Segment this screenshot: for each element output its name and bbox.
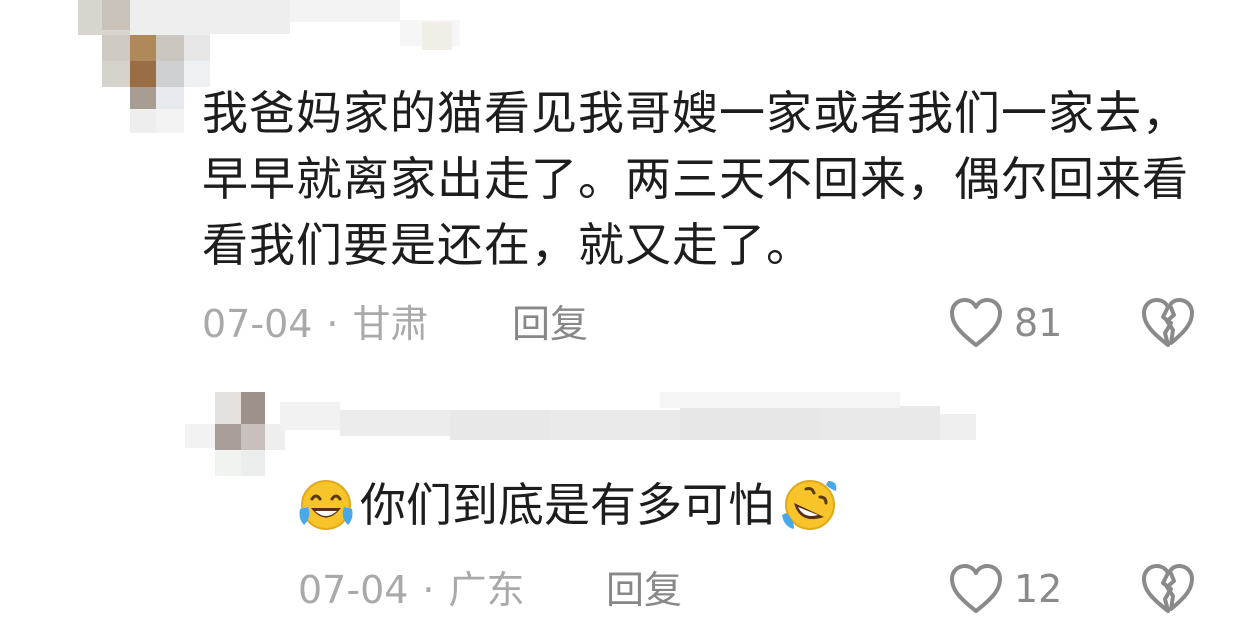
reply-button[interactable]: 回复 <box>512 302 588 346</box>
meta-separator: · <box>422 568 435 612</box>
reply-dislike-button[interactable] <box>1140 563 1196 619</box>
comment-text: 我爸妈家的猫看见我哥嫂一家或者我们一家去，早早就离家出走了。两三天不回来，偶尔回… <box>202 86 1189 272</box>
like-count: 81 <box>1014 301 1063 345</box>
rolling-laughing-emoji <box>778 475 838 535</box>
dislike-button[interactable] <box>1140 297 1196 353</box>
reply-avatar[interactable] <box>185 392 285 480</box>
broken-heart-icon <box>1140 564 1196 619</box>
reply-username[interactable] <box>280 392 980 454</box>
like-button[interactable]: 81 <box>948 297 1062 349</box>
reply-like-count: 12 <box>1014 567 1063 611</box>
crying-laughing-emoji <box>296 475 356 535</box>
heart-outline-icon <box>948 563 1004 615</box>
comment-date: 07-04 <box>202 302 313 346</box>
reply-like-button[interactable]: 12 <box>948 563 1062 615</box>
heart-outline-icon <box>948 297 1004 349</box>
comment-meta: 07-04 · 甘肃 <box>202 302 429 346</box>
meta-separator: · <box>326 302 339 346</box>
reply-text: 你们到底是有多可怕 <box>360 478 774 532</box>
username[interactable] <box>210 0 470 60</box>
reply-date: 07-04 <box>298 568 409 612</box>
avatar[interactable] <box>50 0 210 135</box>
reply-meta: 07-04 · 广东 <box>298 568 525 612</box>
broken-heart-icon <box>1140 298 1196 353</box>
reply-text-row: 你们到底是有多可怕 <box>296 472 838 538</box>
comment-location: 甘肃 <box>352 302 429 346</box>
reply-reply-button[interactable]: 回复 <box>606 568 682 612</box>
reply-location: 广东 <box>448 568 525 612</box>
